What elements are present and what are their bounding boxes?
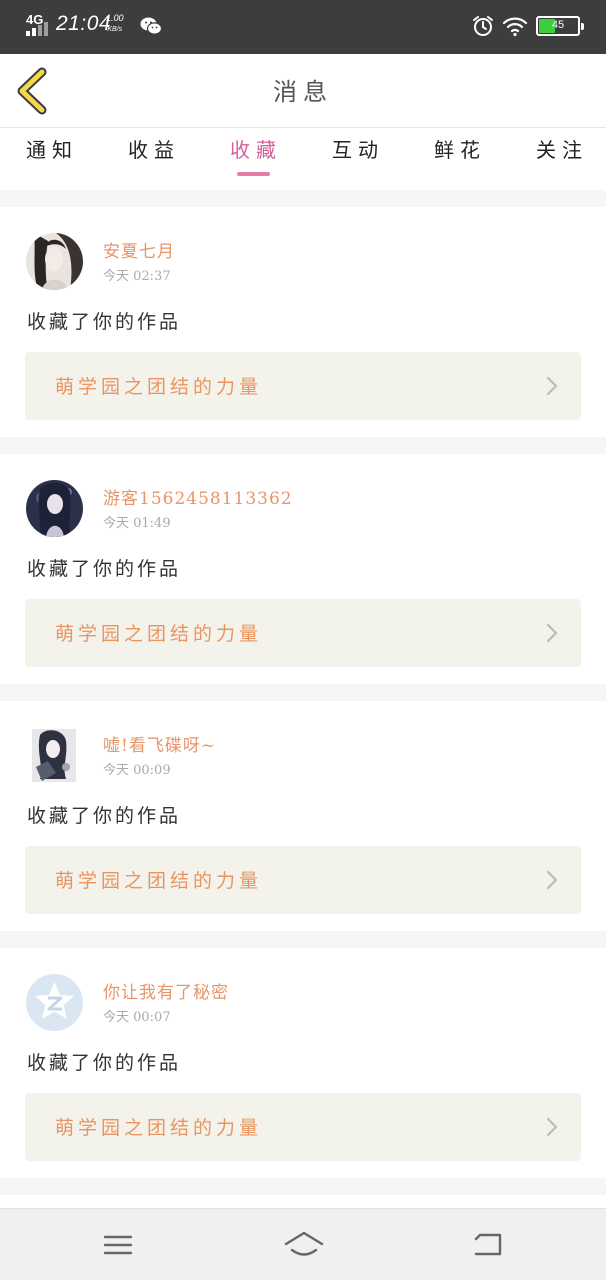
timestamp: 今天 00:07 bbox=[103, 1010, 171, 1025]
tab-notice[interactable]: 通知 bbox=[12, 134, 92, 163]
work-link[interactable]: 萌学园之团结的力量 bbox=[25, 1093, 581, 1161]
clock: 21:04 bbox=[56, 12, 112, 35]
back-icon[interactable] bbox=[470, 1227, 506, 1263]
list-item: 嘘!看飞碟呀~ 今天 00:09 收藏了你的作品 萌学园之团结的力量 bbox=[0, 701, 606, 931]
work-title: 萌学园之团结的力量 bbox=[55, 623, 263, 645]
tab-interaction[interactable]: 互动 bbox=[318, 134, 398, 163]
work-link[interactable]: 萌学园之团结的力量 bbox=[25, 352, 581, 420]
page-title: 消息 bbox=[273, 78, 333, 106]
chevron-right-icon bbox=[546, 870, 558, 890]
chevron-right-icon bbox=[546, 376, 558, 396]
battery-icon: 45 bbox=[536, 16, 584, 36]
speed-value: 1.00 bbox=[106, 13, 124, 23]
timestamp: 今天 00:09 bbox=[103, 763, 171, 778]
work-link[interactable]: 萌学园之团结的力量 bbox=[25, 846, 581, 914]
status-bar: 4G 21:04 1.00 KB/s 45 bbox=[0, 0, 606, 54]
system-nav-bar bbox=[0, 1208, 606, 1280]
tab-flowers[interactable]: 鲜花 bbox=[420, 134, 500, 163]
avatar[interactable] bbox=[26, 974, 83, 1031]
user-name[interactable]: 你让我有了秘密 bbox=[103, 978, 229, 1003]
work-link[interactable]: 萌学园之团结的力量 bbox=[25, 599, 581, 667]
list-item bbox=[0, 1195, 606, 1208]
speed-unit: KB/s bbox=[107, 26, 123, 33]
active-tab-indicator bbox=[237, 172, 270, 176]
header: 消息 bbox=[0, 54, 606, 128]
action-text: 收藏了你的作品 bbox=[27, 311, 182, 333]
alarm-icon bbox=[473, 16, 493, 36]
signal-icon: 4G bbox=[24, 12, 50, 38]
tab-favorites[interactable]: 收藏 bbox=[216, 134, 296, 163]
work-title: 萌学园之团结的力量 bbox=[55, 1117, 263, 1139]
user-name[interactable]: 游客1562458113362 bbox=[103, 484, 293, 509]
wechat-icon bbox=[140, 17, 162, 35]
timestamp: 今天 01:49 bbox=[103, 516, 171, 531]
battery-percent: 45 bbox=[551, 19, 565, 31]
user-name[interactable]: 安夏七月 bbox=[103, 237, 175, 262]
timestamp: 今天 02:37 bbox=[103, 269, 171, 284]
avatar[interactable] bbox=[26, 233, 83, 290]
work-title: 萌学园之团结的力量 bbox=[55, 376, 263, 398]
network-speed: 1.00 KB/s bbox=[106, 12, 124, 36]
action-text: 收藏了你的作品 bbox=[27, 805, 182, 827]
list-item: 你让我有了秘密 今天 00:07 收藏了你的作品 萌学园之团结的力量 bbox=[0, 948, 606, 1178]
list-item: 游客1562458113362 今天 01:49 收藏了你的作品 萌学园之团结的… bbox=[0, 454, 606, 684]
user-name[interactable]: 嘘!看飞碟呀~ bbox=[103, 731, 216, 756]
tab-bar: 通知 收益 收藏 互动 鲜花 关注 bbox=[0, 128, 606, 190]
action-text: 收藏了你的作品 bbox=[27, 558, 182, 580]
avatar[interactable] bbox=[26, 727, 83, 784]
action-text: 收藏了你的作品 bbox=[27, 1052, 182, 1074]
menu-icon[interactable] bbox=[100, 1227, 136, 1263]
work-title: 萌学园之团结的力量 bbox=[55, 870, 263, 892]
chevron-right-icon bbox=[546, 623, 558, 643]
list-item: 安夏七月 今天 02:37 收藏了你的作品 萌学园之团结的力量 bbox=[0, 207, 606, 437]
avatar[interactable] bbox=[26, 480, 83, 537]
tab-earnings[interactable]: 收益 bbox=[114, 134, 194, 163]
home-icon[interactable] bbox=[283, 1227, 325, 1263]
wifi-icon bbox=[502, 17, 528, 37]
chevron-right-icon bbox=[546, 1117, 558, 1137]
tab-following[interactable]: 关注 bbox=[522, 134, 602, 163]
